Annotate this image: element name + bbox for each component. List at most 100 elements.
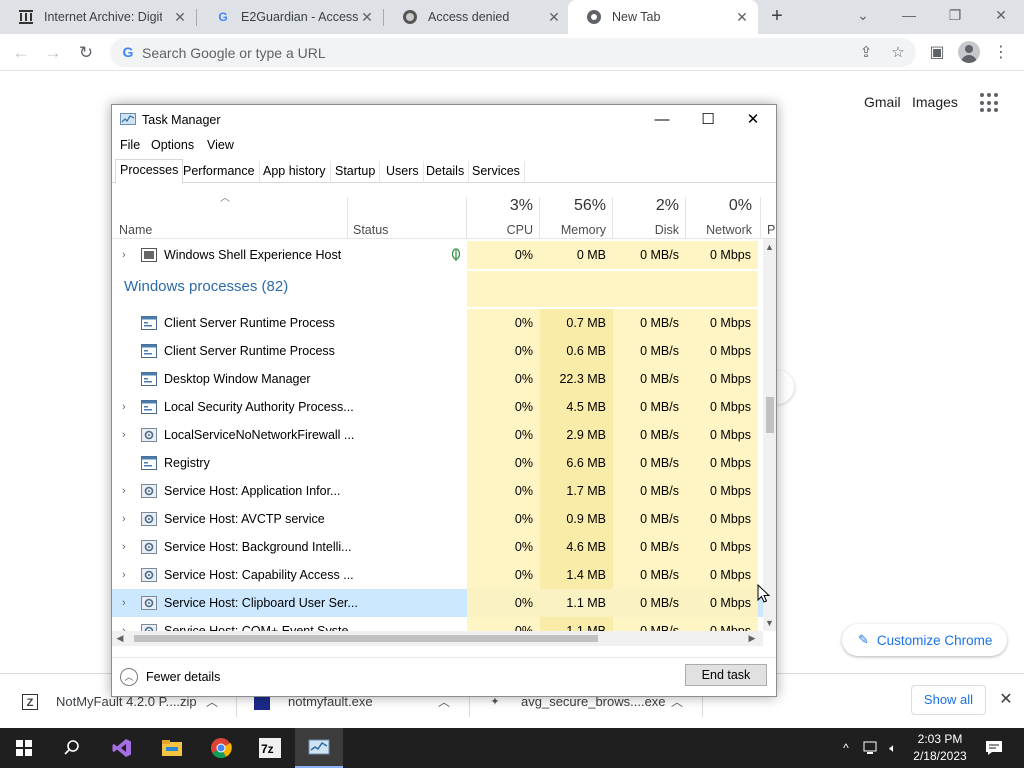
tab-services[interactable]: Services — [468, 161, 525, 183]
chevron-right-icon[interactable]: › — [122, 533, 132, 561]
tab-processes[interactable]: Processes — [115, 159, 184, 184]
column-network[interactable]: Network — [687, 223, 752, 237]
network-icon[interactable] — [862, 728, 880, 768]
chevron-right-icon[interactable]: › — [122, 505, 132, 533]
profile-avatar-icon[interactable] — [958, 41, 980, 63]
start-icon[interactable] — [0, 728, 48, 768]
menu-options[interactable]: Options — [151, 138, 194, 152]
forward-arrow-icon[interactable]: → — [41, 41, 65, 65]
horizontal-scrollbar[interactable]: ◀ ▶ — [112, 631, 763, 646]
file-explorer-icon[interactable] — [148, 728, 196, 768]
close-icon[interactable]: ✕ — [998, 690, 1014, 710]
menu-file[interactable]: File — [120, 138, 140, 152]
menu-dots-icon[interactable]: ⋮ — [990, 42, 1012, 64]
table-row[interactable]: › Windows Shell Experience Host 0% 0 MB … — [112, 241, 763, 269]
close-icon[interactable]: ✕ — [172, 9, 188, 25]
scroll-up-icon[interactable]: ▲ — [763, 239, 776, 255]
table-row[interactable]: Client Server Runtime Process 0% 0.7 MB 0 M… — [112, 309, 763, 337]
close-icon[interactable]: ✕ — [546, 9, 562, 25]
disk-percent[interactable]: 2% — [614, 197, 679, 215]
chrome-icon[interactable] — [197, 728, 245, 768]
visual-studio-icon[interactable] — [98, 728, 146, 768]
chevron-right-icon[interactable]: › — [122, 589, 132, 617]
share-icon[interactable]: ⇪ — [856, 43, 876, 63]
bookmark-star-icon[interactable]: ☆ — [888, 43, 908, 63]
close-icon[interactable]: ✕ — [734, 9, 750, 25]
tab-access-denied[interactable]: Access denied ✕ — [384, 0, 570, 34]
tab-e2guardian[interactable]: G E2Guardian - Access Denied ✕ — [197, 0, 383, 34]
table-row[interactable]: › Service Host: AVCTP service 0% 0.9 MB 0 MB… — [112, 505, 763, 533]
chevron-right-icon[interactable]: › — [122, 477, 132, 505]
omnibox-placeholder[interactable]: Search Google or type a URL — [142, 45, 326, 61]
table-row[interactable]: › Service Host: Application Infor... 0% 1.7… — [112, 477, 763, 505]
back-arrow-icon[interactable]: ← — [9, 41, 33, 65]
close-window-icon[interactable]: ✕ — [986, 4, 1016, 26]
tab-search-icon[interactable]: ⌄ — [848, 4, 878, 26]
scroll-thumb[interactable] — [766, 397, 774, 433]
chevron-up-icon: ︿ — [120, 668, 138, 686]
table-row[interactable]: › LocalServiceNoNetworkFirewall ... 0% 2.9 … — [112, 421, 763, 449]
minimize-icon[interactable]: — — [894, 4, 924, 26]
tab-details[interactable]: Details — [422, 161, 470, 183]
chevron-right-icon[interactable]: › — [122, 561, 132, 589]
tab-new-tab[interactable]: New Tab ✕ — [568, 0, 758, 34]
column-disk[interactable]: Disk — [614, 223, 679, 237]
table-row[interactable]: › Local Security Authority Process... 0% 4.… — [112, 393, 763, 421]
7zip-icon[interactable]: 7z — [246, 728, 294, 768]
scroll-down-icon[interactable]: ▼ — [763, 615, 776, 631]
new-tab-button[interactable]: + — [766, 5, 788, 27]
google-apps-icon[interactable] — [980, 93, 1000, 113]
tab-users[interactable]: Users — [382, 161, 424, 183]
column-name[interactable]: Name — [119, 223, 152, 237]
gmail-link[interactable]: Gmail — [864, 94, 901, 110]
system-clock[interactable]: 2:03 PM 2/18/2023 — [904, 731, 976, 765]
volume-icon[interactable]: 🔈︎ — [884, 728, 902, 768]
chevron-right-icon[interactable]: › — [122, 241, 132, 269]
tab-internet-archive[interactable]: Internet Archive: Digital ✕ — [0, 0, 196, 34]
table-row[interactable]: Desktop Window Manager 0% 22.3 MB 0 MB/s 0 M… — [112, 365, 763, 393]
network-percent[interactable]: 0% — [687, 197, 752, 215]
side-panel-icon[interactable]: ▣ — [926, 42, 948, 64]
table-row[interactable]: › Service Host: Capability Access ... 0% 1.… — [112, 561, 763, 589]
cpu-percent[interactable]: 3% — [468, 197, 533, 215]
notifications-icon[interactable] — [982, 728, 1006, 768]
tab-startup[interactable]: Startup — [331, 161, 381, 183]
table-row[interactable]: Client Server Runtime Process 0% 0.6 MB 0 M… — [112, 337, 763, 365]
minimize-icon[interactable]: — — [639, 105, 685, 135]
close-icon[interactable]: ✕ — [359, 9, 375, 25]
end-task-button[interactable]: End task — [685, 664, 767, 686]
chevron-right-icon[interactable]: › — [122, 617, 132, 631]
table-row[interactable]: › Service Host: Background Intelli... 0% 4.… — [112, 533, 763, 561]
table-row[interactable]: › Service Host: COM+ Event Syste... 0% 1.1 … — [112, 617, 763, 631]
scroll-right-icon[interactable]: ▶ — [744, 631, 760, 646]
column-memory[interactable]: Memory — [541, 223, 606, 237]
show-all-button[interactable]: Show all — [911, 685, 986, 715]
search-icon[interactable] — [48, 728, 96, 768]
scroll-left-icon[interactable]: ◀ — [112, 631, 128, 646]
restore-icon[interactable]: ❐ — [940, 4, 970, 26]
group-header[interactable]: Windows processes (82) — [112, 271, 763, 307]
vertical-scrollbar[interactable]: ▲ ▼ — [763, 239, 776, 631]
chevron-up-icon[interactable]: ^ — [838, 728, 854, 768]
close-icon[interactable]: ✕ — [730, 105, 776, 135]
column-cpu[interactable]: CPU — [468, 223, 533, 237]
images-link[interactable]: Images — [912, 94, 958, 110]
task-manager-titlebar[interactable]: Task Manager — ☐ ✕ — [112, 105, 776, 135]
table-row[interactable]: Registry 0% 6.6 MB 0 MB/s 0 Mbps — [112, 449, 763, 477]
task-manager-icon[interactable] — [295, 728, 343, 768]
tab-performance[interactable]: Performance — [179, 161, 260, 183]
reload-icon[interactable]: ↻ — [74, 41, 98, 65]
customize-chrome-button[interactable]: ✎ Customize Chrome — [842, 624, 1007, 656]
menu-view[interactable]: View — [207, 138, 234, 152]
tab-app-history[interactable]: App history — [259, 161, 331, 183]
maximize-icon[interactable]: ☐ — [685, 105, 731, 135]
omnibox[interactable]: G Search Google or type a URL ⇪ ☆ — [110, 38, 916, 67]
table-row[interactable]: › Service Host: Clipboard User Ser... 0% 1.… — [112, 589, 763, 617]
column-power[interactable]: P — [767, 223, 775, 237]
fewer-details-button[interactable]: ︿ Fewer details — [120, 666, 220, 688]
chevron-right-icon[interactable]: › — [122, 421, 132, 449]
chevron-right-icon[interactable]: › — [122, 393, 132, 421]
column-status[interactable]: Status — [353, 223, 388, 237]
memory-percent[interactable]: 56% — [541, 197, 606, 215]
scroll-thumb[interactable] — [134, 635, 598, 642]
